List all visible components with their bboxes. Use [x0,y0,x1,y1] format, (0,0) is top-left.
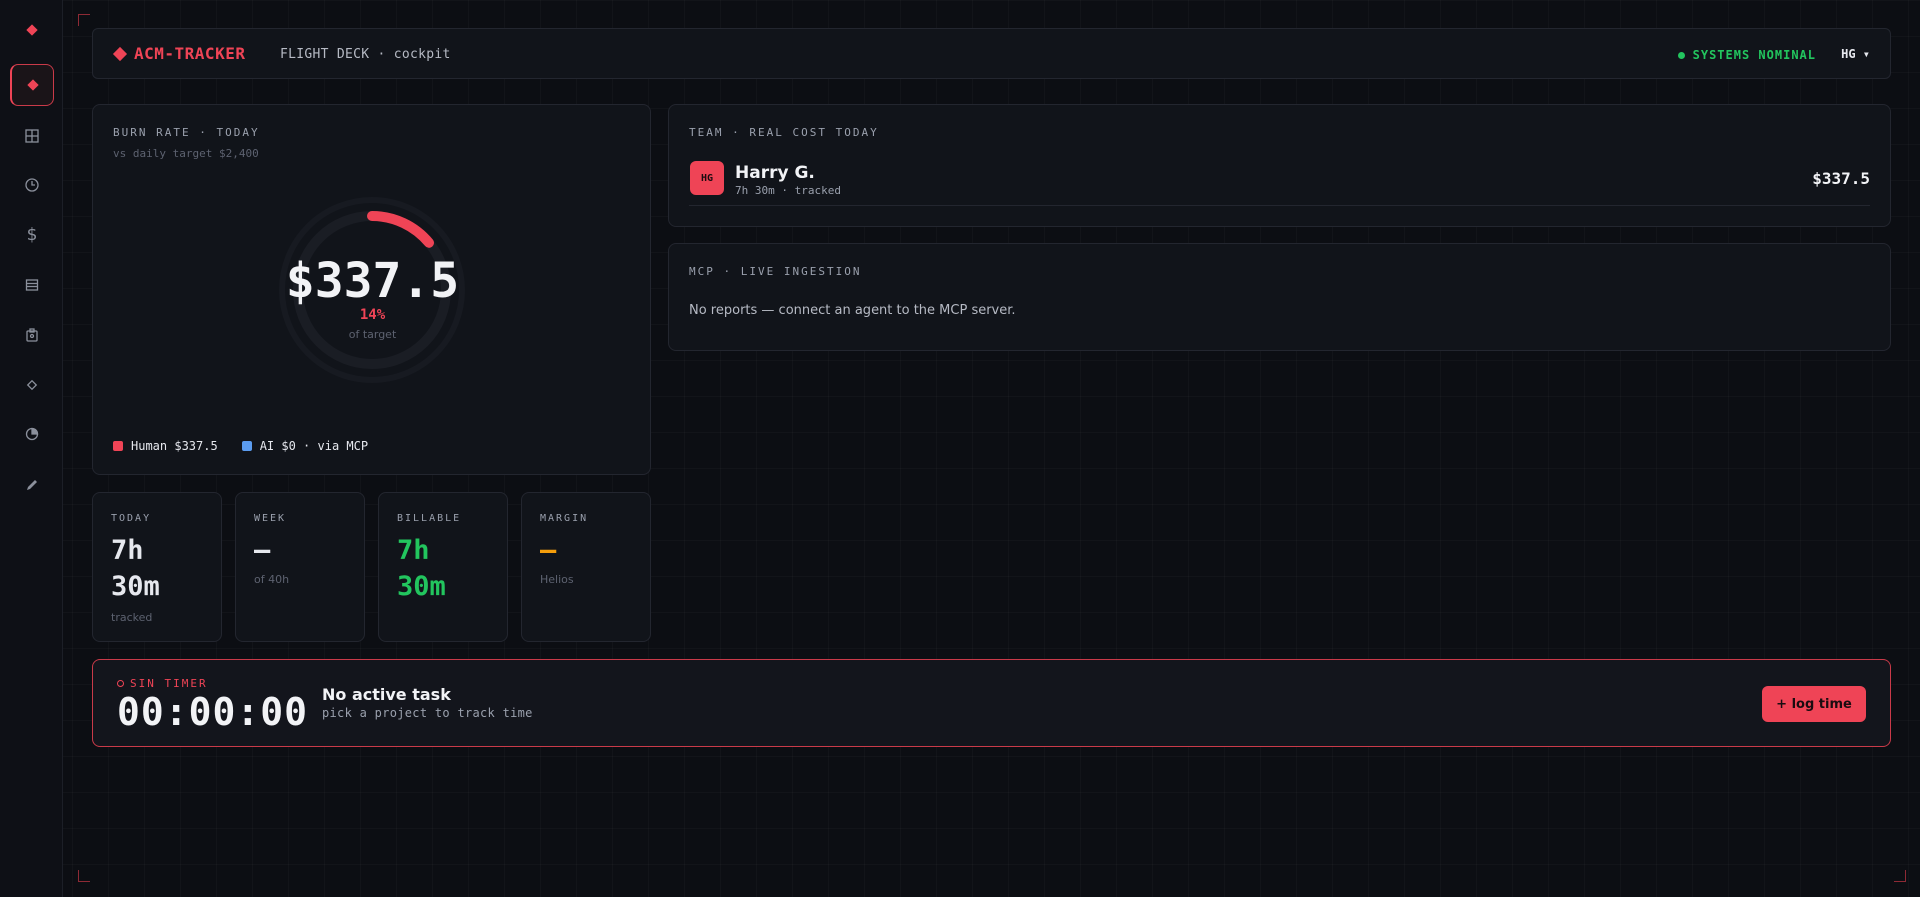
stat-billable-value: 7h 30m [397,533,446,605]
brand-name: ACM-TRACKER [134,44,246,63]
cockpit-diamond-icon [26,79,39,91]
timer-label: SIN TIMER [117,677,208,690]
corner-bracket [1894,870,1906,882]
task-title: No active task [322,685,451,704]
avatar: HG [690,161,724,195]
diamond-outline-icon [26,379,38,391]
stat-today-label: TODAY [111,513,152,524]
member-name[interactable]: Harry G. [735,163,815,183]
sidebar-item-analytics[interactable] [10,413,54,455]
gauge-progress-arc [367,211,435,248]
sidebar-item-cockpit[interactable] [10,64,54,106]
stat-margin: MARGIN — Helios [521,492,651,642]
legend-ai: AI $0 · via MCP [241,439,369,453]
stat-today-sub: tracked [111,611,153,624]
dollar-icon: $ [26,225,38,245]
user-menu[interactable]: HG ▾ [1841,47,1870,61]
sidebar-item-reports[interactable] [10,314,54,356]
log-time-button[interactable]: + log time [1762,686,1866,722]
stat-billable-minutes: 30m [397,571,446,602]
timer-dot-icon [117,680,124,687]
sidebar-item-list[interactable] [10,264,54,306]
stat-week-value: — [254,535,271,566]
task-subtitle: pick a project to track time [322,706,533,720]
stat-today-value: 7h 30m [111,533,160,605]
legend-human: Human $337.5 [113,439,218,453]
logo-diamond-icon[interactable] [10,9,54,51]
corner-bracket [78,14,90,26]
stat-billable-label: BILLABLE [397,513,462,524]
legend-ai-text: AI $0 · via MCP [259,439,369,453]
sidebar-item-grid[interactable] [10,115,54,157]
pencil-icon [27,480,37,490]
stat-margin-sub: Helios [540,573,574,586]
member-meta: 7h 30m · tracked [735,184,841,197]
mcp-ingestion-card: MCP · LIVE INGESTION No reports — connec… [668,243,1891,351]
burn-value: $337.5 [285,253,460,309]
stat-week-sub: of 40h [254,573,290,586]
pie-icon [25,427,39,441]
sidebar-item-time[interactable] [10,164,54,206]
system-status: SYSTEMS NOMINAL [1677,48,1816,62]
mcp-label: MCP · LIVE INGESTION [689,265,862,278]
mcp-empty-message: No reports — connect an agent to the MCP… [689,303,1016,318]
status-dot-icon [1677,51,1685,59]
burn-legend: Human $337.5 AI $0 · via MCP [113,439,368,453]
stat-margin-value: — [540,535,557,566]
sin-timer-bar: SIN TIMER 00:00:00 No active task pick a… [92,659,1891,747]
team-label: TEAM · REAL COST TODAY [689,126,879,139]
breadcrumb: FLIGHT DECK · cockpit [280,47,451,62]
burn-percent: 14% [359,307,386,323]
stat-billable-hours: 7h [397,535,430,566]
team-cost-card: TEAM · REAL COST TODAY HG Harry G. 7h 30… [668,104,1891,227]
burn-rate-card: BURN RATE · TODAY vs daily target $2,400… [92,104,651,475]
stat-week: WEEK — of 40h [235,492,365,642]
clock-icon [25,178,39,192]
brand-diamond-icon [112,46,128,61]
top-header: ACM-TRACKER FLIGHT DECK · cockpit SYSTEM… [92,28,1891,79]
human-swatch [113,441,123,451]
sidebar-item-costs[interactable]: $ [10,214,54,256]
burn-caption: of target [348,328,397,341]
list-icon [25,279,39,291]
burn-rate-label: BURN RATE · TODAY [113,126,260,139]
stat-today-hours: 7h [111,535,144,566]
divider [689,205,1870,206]
timer-clock: 00:00:00 [117,690,309,734]
timer-label-text: SIN TIMER [130,677,208,690]
stat-billable: BILLABLE 7h 30m [378,492,508,642]
burn-target-text: vs daily target $2,400 [113,147,259,160]
sidebar-item-edit[interactable] [10,464,54,506]
clipboard-icon [26,328,38,342]
sidebar-item-projects[interactable] [10,364,54,406]
ai-swatch [241,441,252,451]
sidebar: $ [0,0,63,897]
brand[interactable]: ACM-TRACKER [112,44,246,63]
corner-bracket [78,870,90,882]
stat-margin-label: MARGIN [540,513,589,524]
grid-icon [25,129,39,143]
status-text: SYSTEMS NOMINAL [1692,48,1816,62]
stat-week-label: WEEK [254,513,287,524]
legend-human-text: Human $337.5 [131,439,218,453]
stat-today-minutes: 30m [111,571,160,602]
stat-today: TODAY 7h 30m tracked [92,492,222,642]
member-cost: $337.5 [1812,169,1870,188]
